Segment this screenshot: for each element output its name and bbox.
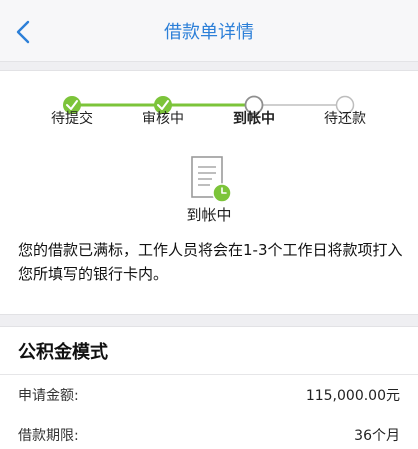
detail-value: 115,000.00元	[305, 388, 400, 404]
page-title: 借款单详情	[164, 22, 254, 43]
section-title: 公积金模式	[18, 342, 108, 363]
document-clock-icon	[191, 156, 232, 203]
divider	[0, 374, 418, 375]
loan-details-section: 公积金模式 申请金额: 115,000.00元 借款期限: 36个月	[0, 326, 418, 449]
step-label-review: 审核中	[142, 111, 184, 127]
detail-row-amount: 申请金额: 115,000.00元	[18, 385, 400, 409]
step-label-submit: 待提交	[51, 111, 93, 127]
detail-row-term: 借款期限: 36个月	[18, 425, 400, 449]
detail-value: 36个月	[354, 428, 400, 444]
nav-bar: 借款单详情	[0, 0, 418, 62]
step-label-arriving: 到帐中	[233, 111, 275, 127]
status-text: 到帐中	[186, 206, 232, 224]
status-message: 您的借款已满标，工作人员将会在1-3个工作日将款项打入您所填写的银行卡内。	[18, 241, 403, 283]
step-label-repay: 待还款	[324, 111, 366, 127]
detail-label: 申请金额:	[18, 388, 79, 404]
detail-label: 借款期限:	[18, 428, 79, 444]
loan-status-card: 待提交 审核中 到帐中 待还款 到帐中 您的借款已满标，工作人员将会在1-3个工…	[0, 70, 418, 315]
